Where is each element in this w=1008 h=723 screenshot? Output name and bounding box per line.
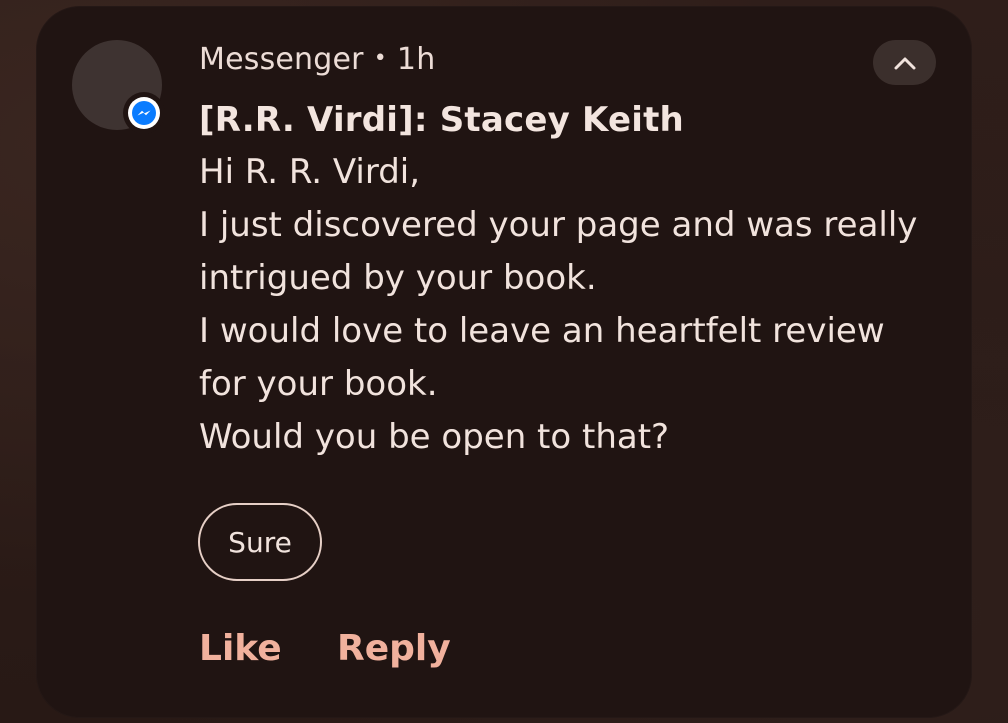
- smart-reply-sure-button[interactable]: Sure: [198, 503, 322, 581]
- collapse-button[interactable]: [873, 40, 936, 85]
- notification-header: Messenger • 1h: [199, 42, 435, 77]
- message-line: for your book.: [199, 364, 438, 404]
- like-button[interactable]: Like: [199, 628, 282, 669]
- message-line: I just discovered your page and was real…: [199, 205, 918, 245]
- messenger-icon: [128, 97, 160, 129]
- chevron-up-icon: [894, 57, 915, 69]
- message-line: Would you be open to that?: [199, 417, 670, 457]
- reply-button[interactable]: Reply: [337, 628, 451, 669]
- header-separator: •: [373, 46, 387, 71]
- message-body: Hi R. R. Virdi, I just discovered your p…: [199, 146, 959, 464]
- message-line: I would love to leave an heartfelt revie…: [199, 311, 885, 351]
- message-line: Hi R. R. Virdi,: [199, 152, 421, 192]
- timestamp: 1h: [396, 42, 436, 77]
- app-name: Messenger: [199, 42, 364, 77]
- app-badge: [123, 92, 165, 134]
- message-line: intrigued by your book.: [199, 258, 597, 298]
- notification-title: [R.R. Virdi]: Stacey Keith: [199, 100, 684, 140]
